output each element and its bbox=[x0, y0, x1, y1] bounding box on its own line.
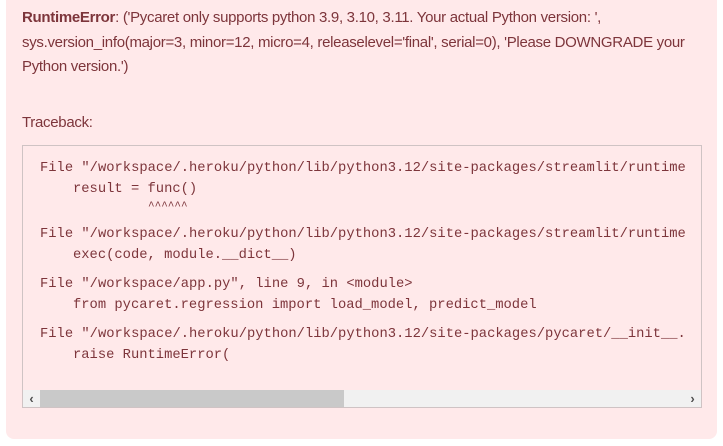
traceback-line: result = func() bbox=[73, 182, 198, 197]
error-type: RuntimeError bbox=[22, 9, 116, 26]
traceback-line: File "/workspace/.heroku/python/lib/pyth… bbox=[40, 327, 686, 342]
error-message: RuntimeError: ('Pycaret only supports py… bbox=[22, 6, 692, 80]
horizontal-scrollbar[interactable]: ‹ › bbox=[23, 390, 701, 407]
chevron-left-icon[interactable]: ‹ bbox=[23, 390, 40, 407]
error-text: : ('Pycaret only supports python 3.9, 3.… bbox=[22, 9, 685, 75]
scrollbar-thumb[interactable] bbox=[40, 390, 344, 407]
traceback-line: exec(code, module.__dict__) bbox=[73, 248, 297, 263]
traceback-line: File "/workspace/app.py", line 9, in <mo… bbox=[40, 277, 413, 292]
traceback-line: from pycaret.regression import load_mode… bbox=[73, 298, 537, 313]
error-alert: RuntimeError: ('Pycaret only supports py… bbox=[6, 0, 717, 439]
traceback-line: raise RuntimeError( bbox=[73, 348, 231, 363]
traceback-line: File "/workspace/.heroku/python/lib/pyth… bbox=[40, 161, 686, 176]
traceback-label: Traceback: bbox=[22, 114, 93, 131]
chevron-right-icon[interactable]: › bbox=[684, 390, 701, 407]
traceback-line: File "/workspace/.heroku/python/lib/pyth… bbox=[40, 227, 686, 242]
traceback-code-block[interactable]: File "/workspace/.heroku/python/lib/pyth… bbox=[22, 145, 702, 408]
traceback-line: ^^^^^^ bbox=[148, 201, 188, 213]
